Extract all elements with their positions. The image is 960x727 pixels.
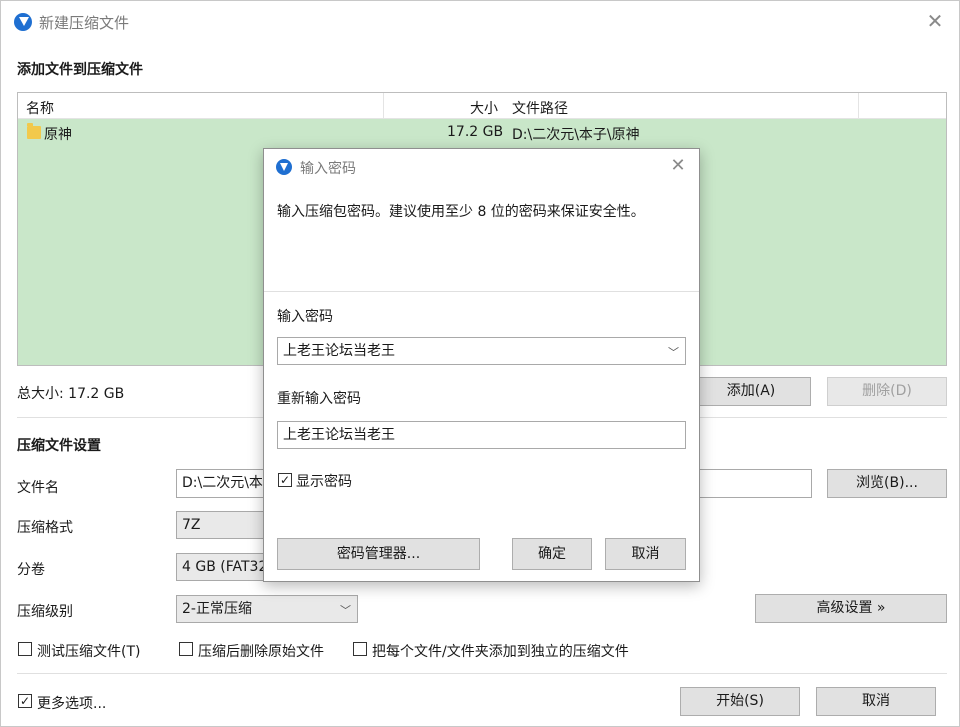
chevron-down-icon[interactable]: ﹀ [668,340,679,366]
dialog-title-bar: 输入密码 ✕ [264,149,699,185]
password-label: 输入密码 [277,309,333,325]
test-archive-label: 测试压缩文件(T) [37,644,141,660]
confirm-password-label: 重新输入密码 [277,391,361,407]
show-password-label: 显示密码 [296,474,352,490]
file-row-path: D:\二次元\本子\原神 [512,127,640,143]
title-bar: 新建压缩文件 ✕ [1,1,959,43]
start-button[interactable]: 开始(S) [680,687,800,716]
cancel-button[interactable]: 取消 [816,687,936,716]
column-header-path[interactable]: 文件路径 [512,98,568,118]
column-header-size[interactable]: 大小 [470,98,498,118]
settings-heading: 压缩文件设置 [17,438,101,454]
total-size-label: 总大小: 17.2 GB [17,386,125,402]
column-divider [383,93,384,119]
delete-after-checkbox[interactable] [179,642,193,656]
app-logo-icon [276,159,292,175]
app-logo-icon [14,13,32,31]
add-files-heading: 添加文件到压缩文件 [17,62,143,78]
each-separate-checkbox[interactable] [353,642,367,656]
level-label: 压缩级别 [17,604,73,620]
more-options-checkbox[interactable]: ✓ [18,694,32,708]
column-header-name[interactable]: 名称 [26,98,54,118]
delete-after-label: 压缩后删除原始文件 [198,644,324,660]
test-archive-checkbox[interactable] [18,642,32,656]
file-row-size: 17.2 GB [447,124,504,140]
format-label: 压缩格式 [17,520,73,536]
level-select[interactable]: 2-正常压缩 ﹀ [176,595,358,623]
password-manager-button[interactable]: 密码管理器... [277,538,480,570]
folder-icon [27,123,41,139]
filename-label: 文件名 [17,480,59,496]
each-separate-label: 把每个文件/文件夹添加到独立的压缩文件 [372,644,629,660]
separator [17,673,947,674]
close-icon[interactable]: ✕ [667,155,689,177]
window-title: 新建压缩文件 [39,14,130,32]
dialog-cancel-button[interactable]: 取消 [605,538,686,570]
confirm-password-input[interactable]: 上老王论坛当老王 [277,421,686,449]
format-value: 7Z [182,517,201,533]
chevron-down-icon: ﹀ [340,604,351,617]
dialog-title: 输入密码 [300,161,356,177]
browse-button[interactable]: 浏览(B)... [827,469,947,498]
close-icon[interactable]: ✕ [923,9,947,33]
level-value: 2-正常压缩 [182,601,252,617]
password-dialog: 输入密码 ✕ 输入压缩包密码。建议使用至少 8 位的密码来保证安全性。 输入密码… [263,148,700,582]
volume-label: 分卷 [17,562,45,578]
password-value: 上老王论坛当老王 [283,343,395,359]
column-divider [858,93,859,119]
ok-button[interactable]: 确定 [512,538,592,570]
volume-value: 4 GB (FAT32 [182,559,268,575]
delete-button[interactable]: 删除(D) [827,377,947,406]
advanced-settings-button[interactable]: 高级设置 » [755,594,947,623]
file-list-header: 名称 大小 文件路径 [18,93,946,119]
password-description: 输入压缩包密码。建议使用至少 8 位的密码来保证安全性。 [277,204,645,220]
show-password-checkbox[interactable]: ✓ [278,473,292,487]
password-input[interactable]: 上老王论坛当老王 ﹀ [277,337,686,365]
separator [264,291,699,292]
more-options-label: 更多选项... [37,696,107,712]
file-row-name[interactable]: 原神 [44,124,72,144]
add-button[interactable]: 添加(A) [691,377,811,406]
